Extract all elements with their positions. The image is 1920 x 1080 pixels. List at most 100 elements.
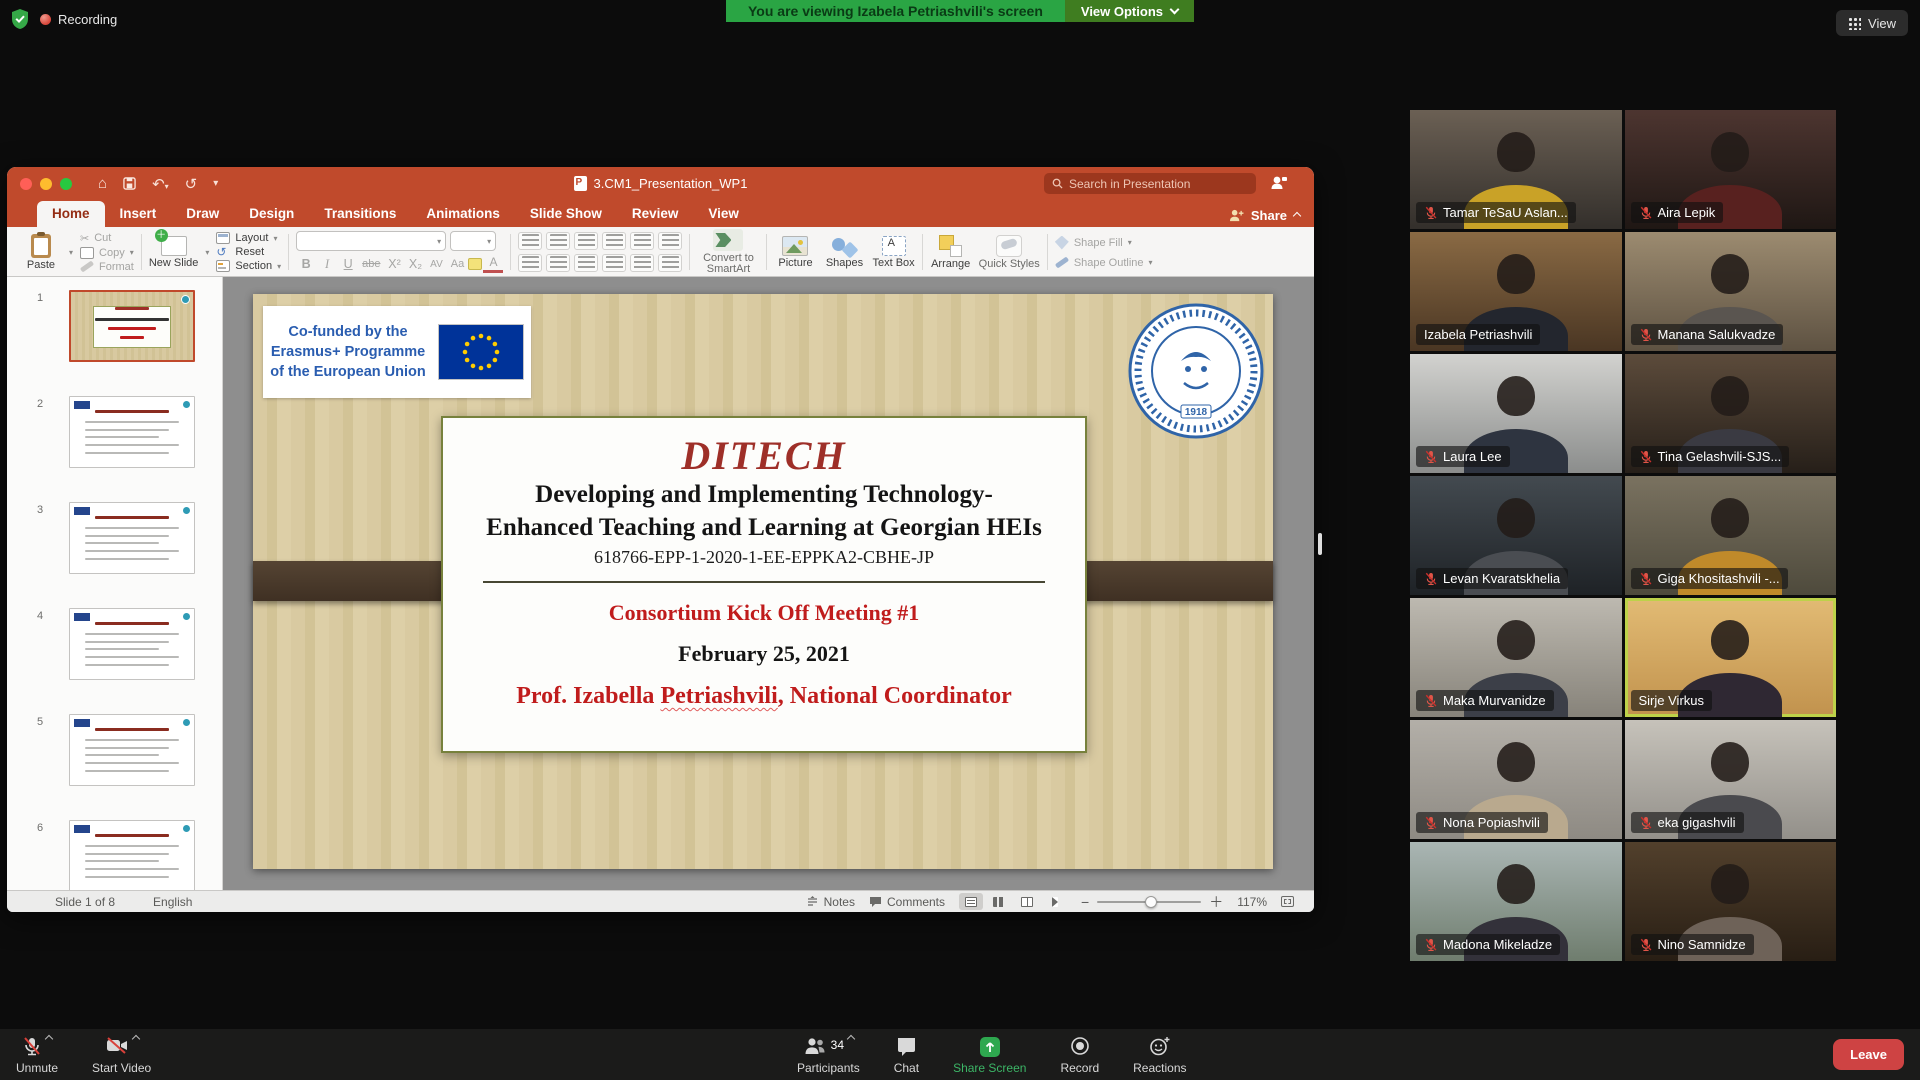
text-highlight-button[interactable] xyxy=(468,258,482,270)
strikethrough-button[interactable]: abe xyxy=(359,255,383,273)
security-shield-icon[interactable] xyxy=(10,8,30,30)
insert-textbox-button[interactable]: Text Box xyxy=(872,236,914,269)
participant-tile-levan-kvaratskhelia[interactable]: Levan Kvaratskhelia xyxy=(1410,476,1622,595)
comments-toggle[interactable]: Comments xyxy=(869,895,945,909)
view-button[interactable]: View xyxy=(1836,10,1908,36)
eu-funding-logo[interactable]: Co-funded by the Erasmus+ Programme of t… xyxy=(263,306,531,398)
slide-thumbnail-2[interactable] xyxy=(69,396,195,468)
slide-subtitle-line1[interactable]: Developing and Implementing Technology- xyxy=(443,479,1085,512)
home-icon[interactable]: ⌂ xyxy=(98,175,107,192)
slide-title[interactable]: DITECH xyxy=(443,432,1085,479)
start-video-button[interactable]: Start Video xyxy=(90,1029,153,1080)
participant-tile-tamar-tesau-aslan[interactable]: Tamar TeSaU Aslan... xyxy=(1410,110,1622,229)
minimize-window-button[interactable] xyxy=(40,178,52,190)
insert-shapes-button[interactable]: Shapes xyxy=(823,236,865,269)
participant-tile-manana-salukvadze[interactable]: Manana Salukvadze xyxy=(1625,232,1837,351)
align-left-button[interactable] xyxy=(518,254,542,272)
account-icon[interactable] xyxy=(1270,174,1288,192)
tab-review[interactable]: Review xyxy=(617,201,694,227)
participant-tile-eka-gigashvili[interactable]: eka gigashvili xyxy=(1625,720,1837,839)
tab-home[interactable]: Home xyxy=(37,201,105,227)
italic-button[interactable]: I xyxy=(317,255,337,273)
unmute-button[interactable]: Unmute xyxy=(14,1029,60,1080)
fullscreen-window-button[interactable] xyxy=(60,178,72,190)
participant-tile-izabela-petriashvili[interactable]: Izabela Petriashvili xyxy=(1410,232,1622,351)
fit-slide-button[interactable] xyxy=(1281,896,1294,907)
record-button[interactable]: Record xyxy=(1058,1029,1101,1080)
project-code[interactable]: 618766-EPP-1-2020-1-EE-EPPKA2-CBHE-JP xyxy=(443,547,1085,568)
bold-button[interactable]: B xyxy=(296,255,316,273)
chat-button[interactable]: Chat xyxy=(892,1029,921,1080)
participant-tile-tina-gelashvili-sjs[interactable]: Tina Gelashvili-SJS... xyxy=(1625,354,1837,473)
video-options-chevron[interactable] xyxy=(131,1035,139,1043)
tab-transitions[interactable]: Transitions xyxy=(309,201,411,227)
save-icon[interactable] xyxy=(123,177,136,190)
language-indicator[interactable]: English xyxy=(153,895,192,909)
underline-button[interactable]: U xyxy=(338,255,358,273)
reset-button[interactable]: ↺Reset xyxy=(216,246,281,258)
participant-tile-aira-lepik[interactable]: Aira Lepik xyxy=(1625,110,1837,229)
search-input[interactable] xyxy=(1069,177,1248,191)
recording-indicator[interactable]: Recording xyxy=(40,12,117,27)
audio-options-chevron[interactable] xyxy=(45,1035,53,1043)
slideshow-button[interactable] xyxy=(1043,893,1067,910)
view-options-dropdown[interactable]: View Options xyxy=(1065,0,1194,22)
participants-options-chevron[interactable] xyxy=(847,1035,855,1043)
tab-draw[interactable]: Draw xyxy=(171,201,234,227)
slide-text-box[interactable]: DITECH Developing and Implementing Techn… xyxy=(441,416,1087,753)
redo-icon[interactable]: ↺ xyxy=(185,175,198,193)
customize-toolbar-icon[interactable]: ▾ xyxy=(213,178,218,189)
participant-tile-maka-murvanidze[interactable]: Maka Murvanidze xyxy=(1410,598,1622,717)
university-seal[interactable]: 1918 xyxy=(1126,301,1266,441)
slide-sorter-view-button[interactable] xyxy=(987,893,1011,910)
normal-view-button[interactable] xyxy=(959,893,983,910)
new-slide-button[interactable]: New Slide xyxy=(149,236,199,269)
text-direction-button[interactable] xyxy=(630,254,654,272)
meeting-title[interactable]: Consortium Kick Off Meeting #1 xyxy=(443,600,1085,626)
zoom-percentage[interactable]: 117% xyxy=(1237,895,1267,909)
slide-thumbnail-4[interactable] xyxy=(69,608,195,680)
participant-tile-nino-samnidze[interactable]: Nino Samnidze xyxy=(1625,842,1837,961)
tab-view[interactable]: View xyxy=(693,201,754,227)
align-right-button[interactable] xyxy=(574,254,598,272)
reading-view-button[interactable] xyxy=(1015,893,1039,910)
quick-styles-button[interactable]: Quick Styles xyxy=(979,235,1040,270)
slide-thumbnail-5[interactable] xyxy=(69,714,195,786)
slide-thumbnail-6[interactable] xyxy=(69,820,195,890)
slide-thumbnail-3[interactable] xyxy=(69,502,195,574)
participant-tile-nona-popiashvili[interactable]: Nona Popiashvili xyxy=(1410,720,1622,839)
line-spacing-button[interactable] xyxy=(630,232,654,250)
font-size-select[interactable]: ▾ xyxy=(450,231,496,251)
convert-smartart-button[interactable]: Convert to SmartArt xyxy=(697,229,759,275)
ppt-share-button[interactable]: Share xyxy=(1229,208,1300,223)
slide-thumbnail-1[interactable] xyxy=(69,290,195,362)
cut-button[interactable]: ✂Cut xyxy=(80,232,134,245)
zoom-out-button[interactable]: − xyxy=(1081,894,1089,910)
justify-button[interactable] xyxy=(602,254,626,272)
search-box[interactable] xyxy=(1044,173,1256,194)
character-spacing-button[interactable]: AV xyxy=(426,255,446,273)
tab-animations[interactable]: Animations xyxy=(411,201,515,227)
tab-insert[interactable]: Insert xyxy=(105,201,172,227)
bullets-button[interactable] xyxy=(518,232,542,250)
arrange-button[interactable]: Arrange xyxy=(930,235,972,270)
layout-button[interactable]: Layout ▾ xyxy=(216,232,281,244)
close-window-button[interactable] xyxy=(20,178,32,190)
insert-picture-button[interactable]: Picture xyxy=(774,236,816,269)
new-slide-dropdown-arrow[interactable]: ▾ xyxy=(205,248,209,257)
participants-button[interactable]: 34 Participants xyxy=(795,1029,862,1080)
format-painter-button[interactable]: Format xyxy=(80,261,134,273)
undo-icon[interactable]: ↶▾ xyxy=(152,175,169,193)
zoom-slider[interactable]: − ＋ xyxy=(1081,892,1223,912)
slide-1[interactable]: Co-funded by the Erasmus+ Programme of t… xyxy=(253,294,1273,869)
align-text-button[interactable] xyxy=(658,254,682,272)
zoom-slider-knob[interactable] xyxy=(1145,896,1157,908)
font-color-button[interactable]: A xyxy=(483,255,503,273)
font-name-select[interactable]: ▾ xyxy=(296,231,446,251)
tab-slide-show[interactable]: Slide Show xyxy=(515,201,617,227)
shape-fill-button[interactable]: Shape Fill▾ xyxy=(1055,236,1153,250)
share-screen-button[interactable]: Share Screen xyxy=(951,1029,1028,1080)
increase-indent-button[interactable] xyxy=(602,232,626,250)
columns-button[interactable] xyxy=(658,232,682,250)
participant-tile-sirje-virkus[interactable]: Sirje Virkus xyxy=(1625,598,1837,717)
